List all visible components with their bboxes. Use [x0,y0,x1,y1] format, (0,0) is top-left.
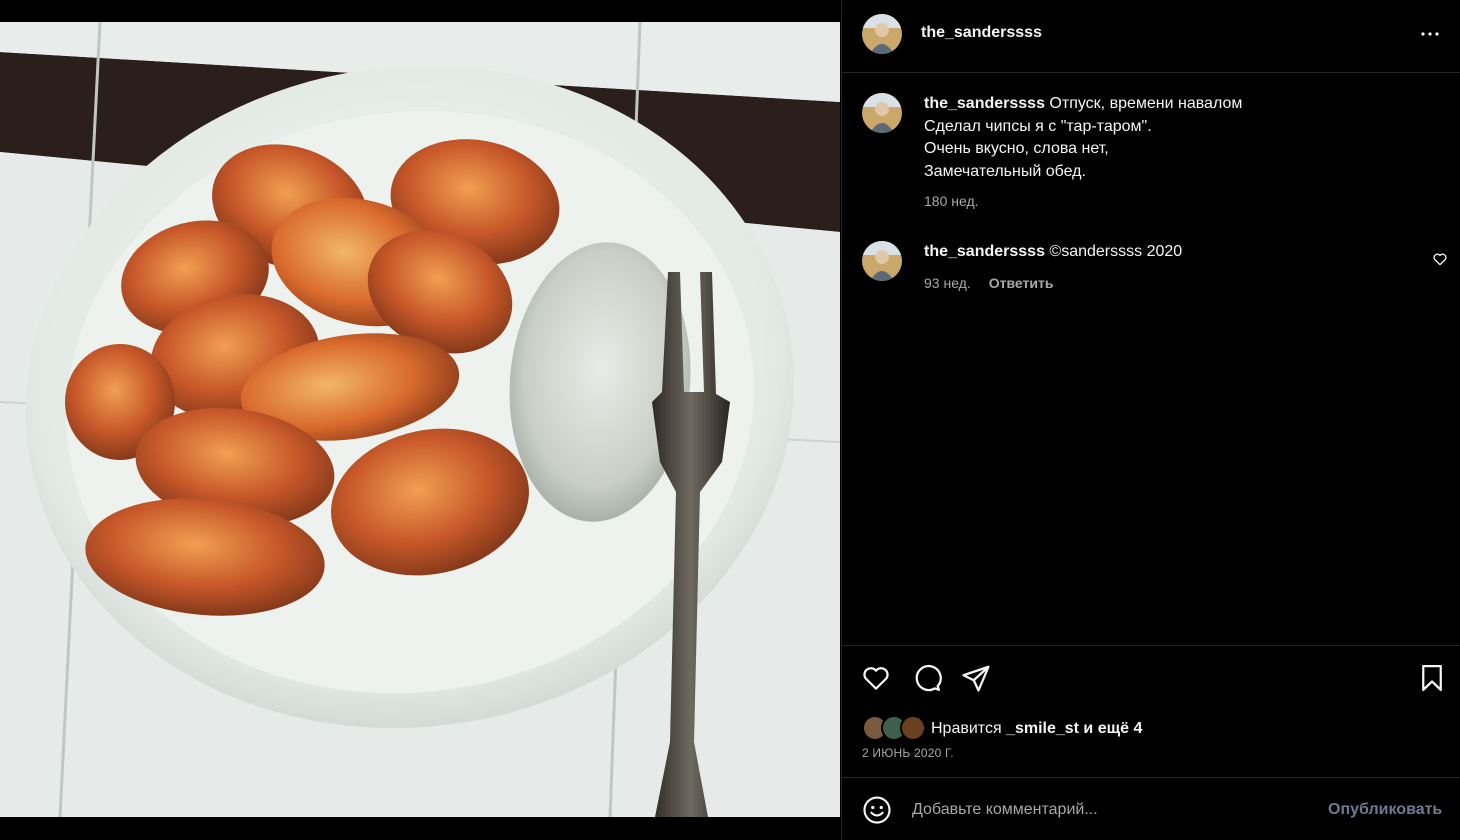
comment-bubble-icon[interactable] [912,663,942,693]
comment-composer: Опубликовать [842,777,1460,840]
likes-others[interactable]: и ещё 4 [1079,720,1142,737]
likes-text: Нравится _smile_st и ещё 4 [931,720,1142,738]
publish-button[interactable]: Опубликовать [1328,801,1442,819]
caption-line: Сделал чипсы я с "тар-таром". [924,117,1152,135]
post-header: the_sanderssss [842,0,1460,73]
caption-avatar[interactable] [862,93,902,133]
comment-meta: 93 нед. Ответить [924,275,1053,291]
caption-line: Замечательный обед. [924,162,1086,180]
comment-text: the_sanderssss ©sanderssss 2020 [924,241,1420,264]
post-photo[interactable] [0,22,840,817]
caption-line: Отпуск, времени навалом [1049,95,1243,112]
caption-text: the_sanderssss Отпуск, времени навалом С… [924,93,1420,183]
photo-image [0,22,840,817]
like-heart-icon[interactable] [861,663,891,693]
caption-line: Очень вкусно, слова нет, [924,140,1109,157]
caption-author[interactable]: the_sanderssss [924,95,1045,112]
emoji-smiley-icon[interactable] [862,795,892,825]
more-options-icon[interactable] [1418,22,1442,46]
post-date[interactable]: 2 ИЮНЬ 2020 Г. [862,746,954,760]
author-username[interactable]: the_sanderssss [921,24,1042,42]
likes-summary: Нравится _smile_st и ещё 4 [862,715,1422,743]
comment-input[interactable] [912,798,1312,822]
likes-prefix: Нравится [931,720,1007,737]
post-actions: Нравится _smile_st и ещё 4 2 ИЮНЬ 2020 Г… [842,645,1460,777]
likers-avatars[interactable] [862,715,926,741]
author-avatar[interactable] [862,14,902,54]
comment-time[interactable]: 93 нед. [924,275,971,291]
comment-like-icon[interactable] [1432,251,1448,267]
reply-button[interactable]: Ответить [989,275,1054,291]
caption-time[interactable]: 180 нед. [924,193,979,209]
liker-username[interactable]: _smile_st [1006,720,1079,737]
comment-body: ©sanderssss 2020 [1049,243,1183,260]
share-paper-plane-icon[interactable] [961,663,991,693]
liker-avatar [900,715,926,741]
comments-list[interactable]: the_sanderssss Отпуск, времени навалом С… [842,73,1460,645]
post-side-panel: the_sanderssss the_sanderssss Отпуск, вр… [841,0,1460,840]
comment-avatar[interactable] [862,241,902,281]
comment-author[interactable]: the_sanderssss [924,243,1045,260]
caption-meta: 180 нед. [924,193,979,209]
save-bookmark-icon[interactable] [1417,663,1447,693]
